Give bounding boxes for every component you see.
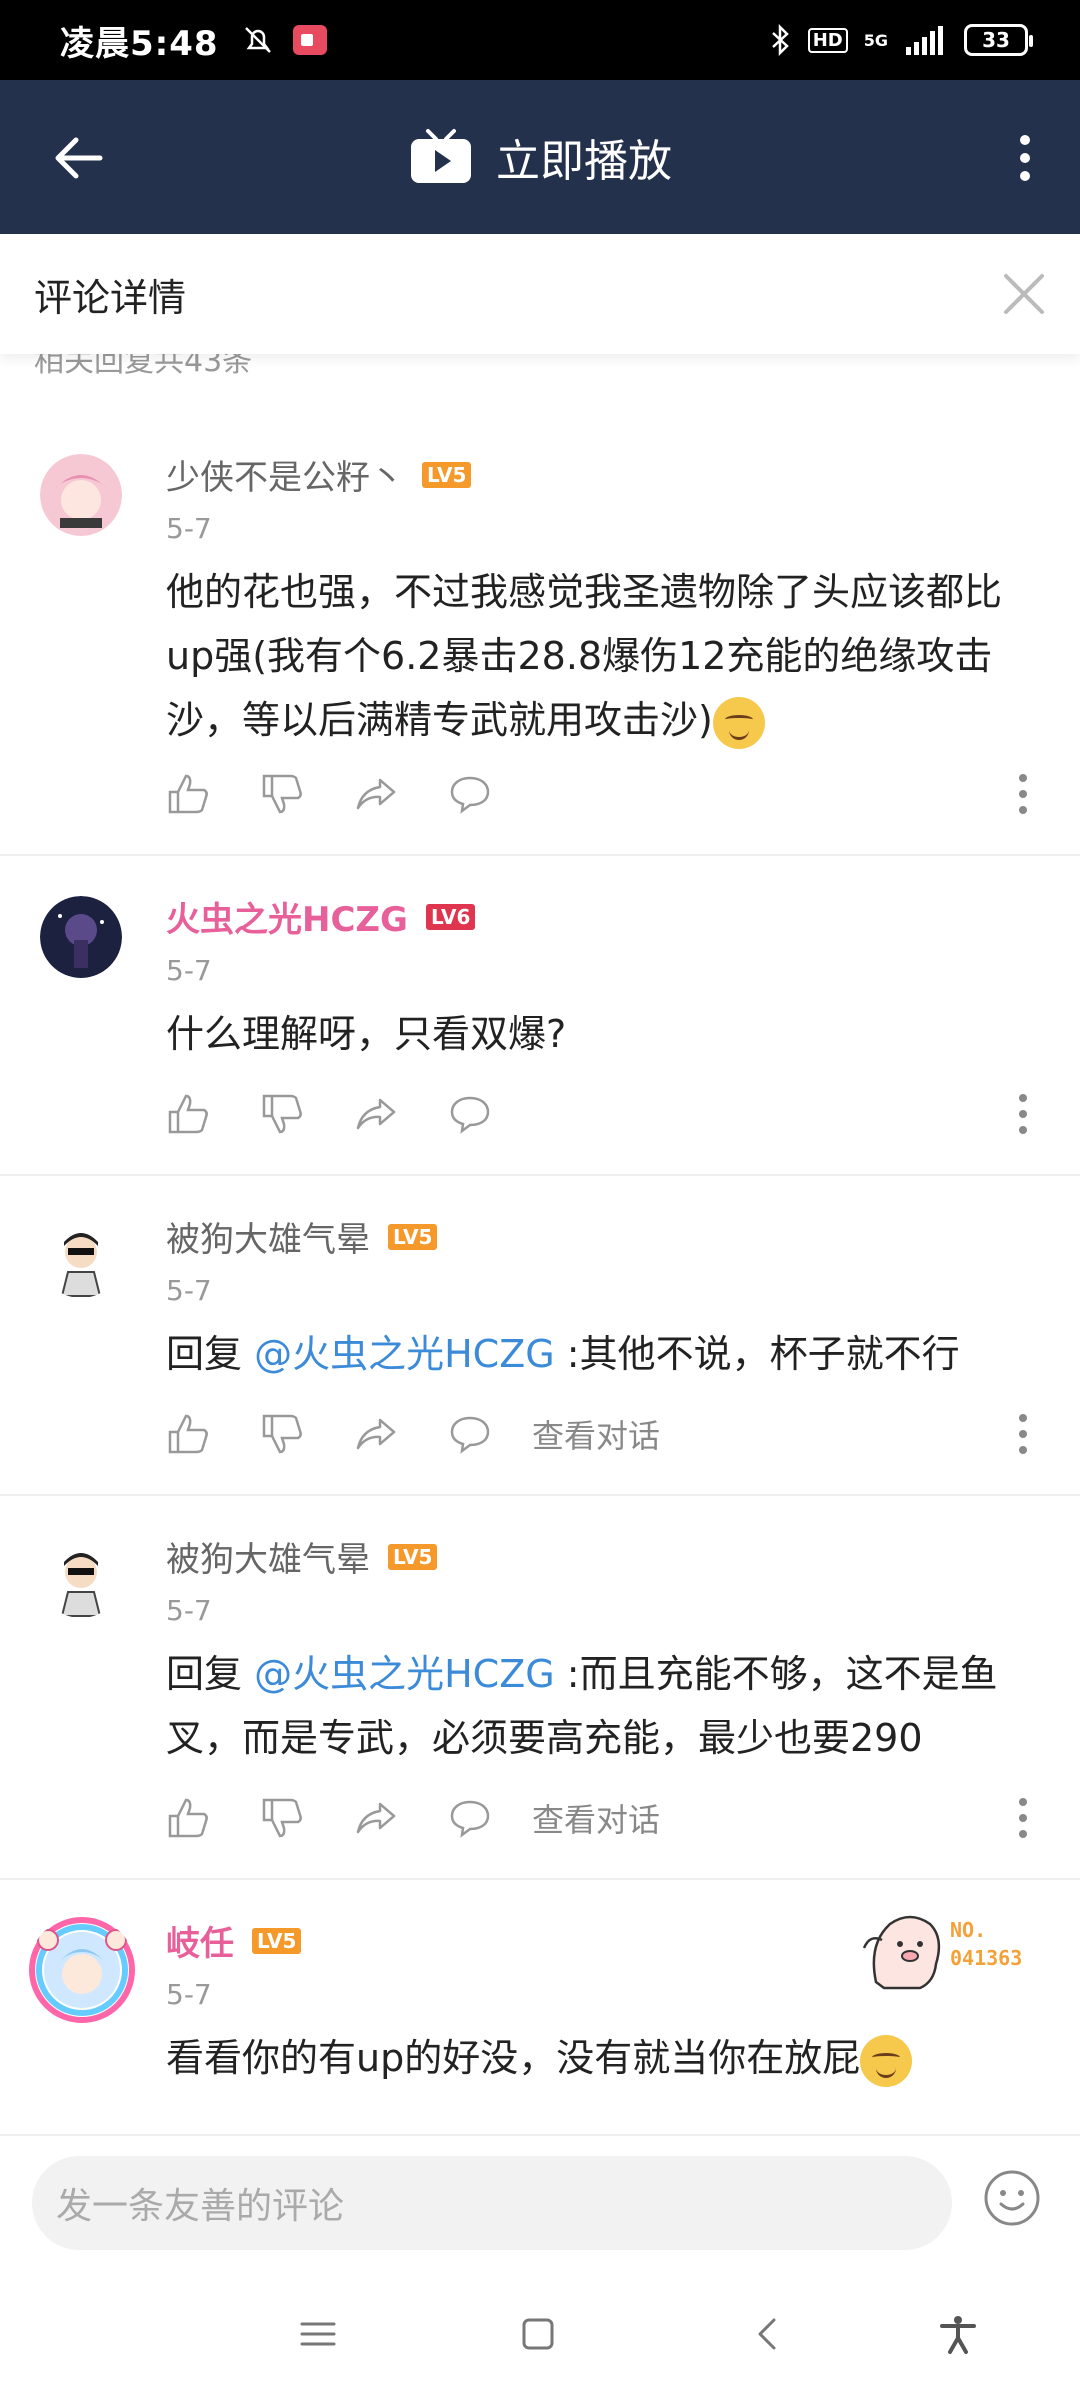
mute-bell-icon	[244, 27, 271, 53]
mention-link[interactable]: @火虫之光HCZG	[254, 1332, 555, 1376]
avatar[interactable]	[28, 1916, 136, 2024]
tv-play-icon	[411, 129, 471, 183]
back-icon[interactable]	[748, 2314, 788, 2354]
share-icon[interactable]	[354, 772, 398, 816]
comment-more-icon[interactable]	[1016, 772, 1030, 816]
accessibility-icon[interactable]	[938, 2314, 978, 2354]
like-icon[interactable]	[166, 772, 210, 816]
comment-more-icon[interactable]	[1016, 1412, 1030, 1456]
username[interactable]: 少侠不是公籽丶 LV5	[166, 450, 472, 499]
status-time: 凌晨5:48	[60, 23, 219, 64]
play-now-button[interactable]: 立即播放	[0, 80, 1080, 234]
reply-bubble-icon[interactable]	[448, 1796, 492, 1840]
home-icon[interactable]	[518, 2314, 558, 2354]
comment-date: 5-7	[166, 954, 212, 987]
view-conversation-link[interactable]: 查看对话	[532, 1411, 660, 1457]
reply-count: 相关回复共43条	[34, 354, 253, 379]
like-icon[interactable]	[166, 1412, 210, 1456]
dislike-icon[interactable]	[260, 772, 304, 816]
bluetooth-icon	[771, 24, 789, 56]
share-icon[interactable]	[354, 1412, 398, 1456]
level-badge: LV6	[425, 903, 476, 930]
username[interactable]: 火虫之光HCZG LV6	[166, 892, 476, 941]
reply-bubble-icon[interactable]	[448, 1092, 492, 1136]
comment-item: 岐任 LV5 NO. 041363 5-7 看看你的有up的好没，没有就当你在放…	[0, 1880, 1080, 2134]
avatar[interactable]	[40, 896, 122, 978]
mention-link[interactable]: @火虫之光HCZG	[254, 1652, 555, 1696]
username[interactable]: 岐任 LV5	[166, 1916, 302, 1965]
comment-actions	[166, 1084, 1046, 1144]
comment-actions	[166, 764, 1046, 824]
like-icon[interactable]	[166, 1092, 210, 1136]
comment-list[interactable]: 相关回复共43条 少侠不是公籽丶 LV5 5-7 他的花也强，不过我感觉我圣遗物…	[0, 354, 1080, 2134]
comment-item: 火虫之光HCZG LV6 5-7 什么理解呀，只看双爆?	[0, 856, 1080, 1176]
comment-text: 看看你的有up的好没，没有就当你在放屁	[166, 2026, 1046, 2090]
dislike-icon[interactable]	[260, 1412, 304, 1456]
hd-badge: HD	[807, 27, 848, 53]
fan-number-badge: NO. 041363	[860, 1904, 1040, 1994]
comment-text: 什么理解呀，只看双爆?	[166, 1012, 567, 1056]
view-conversation-link[interactable]: 查看对话	[532, 1795, 660, 1841]
comment-date: 5-7	[166, 1978, 212, 2011]
comment-item: 被狗大雄气晕 LV5 5-7 回复 @火虫之光HCZG :其他不说，杯子就不行 …	[0, 1176, 1080, 1496]
laugh-emoji-icon	[712, 696, 765, 749]
level-badge: LV5	[422, 461, 472, 488]
level-badge: LV5	[388, 1223, 438, 1250]
share-icon[interactable]	[354, 1092, 398, 1136]
comment-more-icon[interactable]	[1016, 1796, 1030, 1840]
app-title: 立即播放	[496, 136, 672, 187]
comment-more-icon[interactable]	[1016, 1092, 1030, 1136]
comment-date: 5-7	[166, 512, 212, 545]
comment-input-bar: 发一条友善的评论	[0, 2134, 1080, 2266]
reply-bubble-icon[interactable]	[448, 772, 492, 816]
comment-actions: 查看对话	[166, 1404, 1046, 1464]
menu-icon[interactable]	[298, 2314, 338, 2354]
comment-date: 5-7	[166, 1594, 212, 1627]
username[interactable]: 被狗大雄气晕 LV5	[166, 1532, 438, 1581]
dislike-icon[interactable]	[260, 1092, 304, 1136]
network-label: 5G	[863, 30, 888, 50]
level-badge: LV5	[252, 1927, 302, 1954]
comment-date: 5-7	[166, 1274, 212, 1307]
more-vertical-icon[interactable]	[1010, 128, 1040, 188]
level-badge: LV5	[388, 1543, 438, 1570]
badge-no-label: NO.	[950, 1918, 987, 1942]
panel-title: 评论详情	[34, 275, 187, 320]
app-bar: 立即播放	[0, 80, 1080, 234]
comment-text: 回复 @火虫之光HCZG :其他不说，杯子就不行	[166, 1332, 960, 1376]
avatar[interactable]	[40, 1536, 122, 1618]
comment-detail-header: 评论详情	[0, 234, 1080, 354]
reply-bubble-icon[interactable]	[448, 1412, 492, 1456]
status-bar: 凌晨5:48 HD 5G 33	[0, 0, 1080, 80]
emoji-picker-icon[interactable]	[982, 2168, 1042, 2228]
avatar[interactable]	[40, 454, 122, 536]
battery-indicator: 33	[964, 24, 1033, 56]
dislike-icon[interactable]	[260, 1796, 304, 1840]
comment-actions: 查看对话	[166, 1788, 1046, 1848]
comment-item: 被狗大雄气晕 LV5 5-7 回复 @火虫之光HCZG :而且充能不够，这不是鱼…	[0, 1496, 1080, 1880]
avatar[interactable]	[40, 1216, 122, 1298]
comment-text: 他的花也强，不过我感觉我圣遗物除了头应该都比up强(我有个6.2暴击28.8爆伤…	[166, 560, 1046, 752]
cartoon-pig-icon	[862, 1915, 941, 1990]
laugh-emoji-icon	[860, 2034, 913, 2087]
comment-text: 回复 @火虫之光HCZG :而且充能不够，这不是鱼叉，而是专武，必须要高充能，最…	[166, 1652, 998, 1760]
signal-icon	[906, 26, 943, 55]
badge-number: 041363	[950, 1946, 1023, 1970]
like-icon[interactable]	[166, 1796, 210, 1840]
screen-record-icon	[292, 25, 327, 55]
share-icon[interactable]	[354, 1796, 398, 1840]
comment-item: 少侠不是公籽丶 LV5 5-7 他的花也强，不过我感觉我圣遗物除了头应该都比up…	[0, 414, 1080, 856]
system-nav-bar	[0, 2266, 1080, 2400]
close-icon[interactable]	[998, 268, 1050, 320]
comment-input[interactable]: 发一条友善的评论	[32, 2156, 952, 2250]
username[interactable]: 被狗大雄气晕 LV5	[166, 1212, 438, 1261]
